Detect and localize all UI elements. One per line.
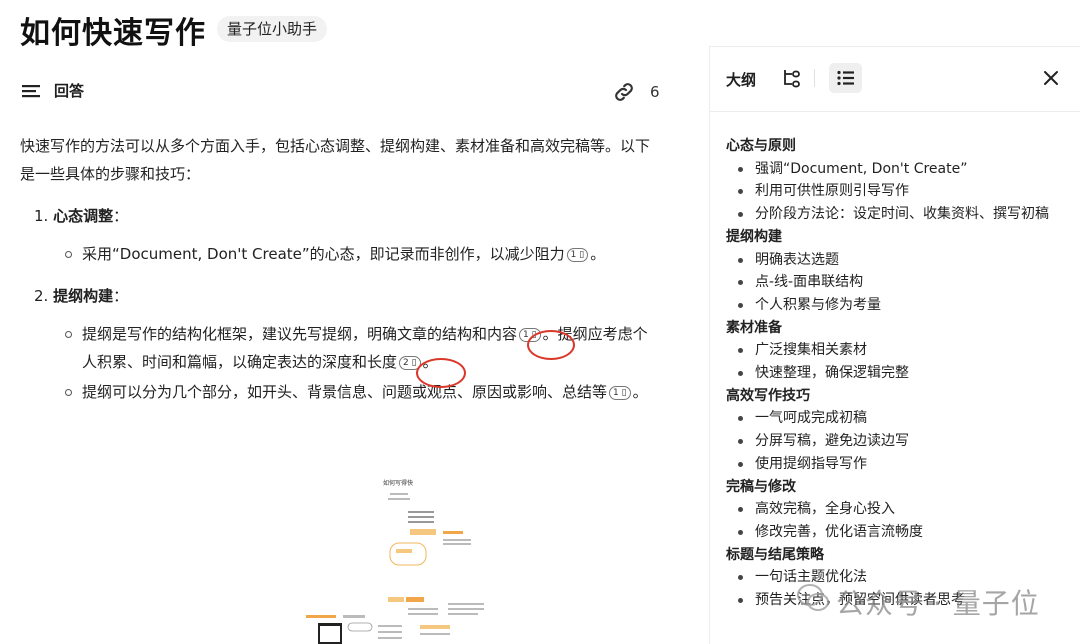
- list-item: 1. 心态调整：: [34, 202, 660, 230]
- outline-tab-label[interactable]: 大纲: [726, 69, 756, 90]
- mindmap-tree-icon[interactable]: [782, 67, 804, 89]
- citation-number: 1: [570, 249, 577, 260]
- close-icon[interactable]: [1040, 67, 1062, 89]
- outline-section[interactable]: 完稿与修改: [726, 476, 1071, 499]
- answer-panel: 回答 6 快速写作的方法可以从多个方面入手，包括心态调整、提纲构建、素材准备和高…: [0, 60, 700, 644]
- outline-section[interactable]: 心态与原则: [726, 135, 1071, 158]
- outline-item[interactable]: 广泛搜集相关素材: [726, 339, 1071, 362]
- outline-section[interactable]: 标题与结尾策略: [726, 544, 1071, 567]
- outline-section[interactable]: 提纲构建: [726, 226, 1071, 249]
- sub-item-text: 提纲可以分为几个部分，如开头、背景信息、问题或观点、原因或影响、总结等: [82, 383, 608, 401]
- hollow-bullet-icon: [65, 389, 72, 396]
- outline-item[interactable]: 个人积累与修为考量: [726, 294, 1071, 317]
- outline-item[interactable]: 明确表达选题: [726, 249, 1071, 272]
- hollow-bullet-icon: [65, 251, 72, 258]
- citation-badge[interactable]: 1 ▯: [609, 385, 631, 400]
- sub-item: 采用“Document, Don't Create”的心态，即记录而非创作，以减…: [65, 240, 660, 268]
- author-tag[interactable]: 量子位小助手: [217, 16, 328, 42]
- page-title: 如何快速写作: [20, 16, 206, 51]
- list-item: 2. 提纲构建：: [34, 282, 660, 310]
- outline-item[interactable]: 快速整理，确保逻辑完整: [726, 362, 1071, 385]
- outline-item[interactable]: 使用提纲指导写作: [726, 453, 1071, 476]
- outline-item[interactable]: 修改完善，优化语言流畅度: [726, 521, 1071, 544]
- outline-section[interactable]: 高效写作技巧: [726, 385, 1071, 408]
- sub-item-text: 采用“Document, Don't Create”的心态，即记录而非创作，以减…: [82, 245, 565, 263]
- mindmap-title: 如何写得快: [383, 479, 413, 487]
- list-number: 2.: [34, 287, 49, 305]
- outline-section[interactable]: 素材准备: [726, 317, 1071, 340]
- outline-item[interactable]: 点-线-面串联结构: [726, 271, 1071, 294]
- outline-item[interactable]: 高效完稿，全身心投入: [726, 498, 1071, 521]
- list-item-title: 提纲构建: [53, 287, 114, 305]
- outline-item[interactable]: 利用可供性原则引导写作: [726, 180, 1071, 203]
- wechat-icon: [797, 584, 829, 611]
- list-item-colon: ：: [113, 287, 129, 305]
- tab-divider: [814, 69, 815, 87]
- highlight-circle: [527, 330, 575, 360]
- outline-item[interactable]: 分阶段方法论：设定时间、收集资料、撰写初稿: [726, 203, 1071, 226]
- hollow-bullet-icon: [65, 331, 72, 338]
- watermark-text: 公众号 · 量子位: [836, 587, 1040, 620]
- outline-item[interactable]: 强调“Document, Don't Create”: [726, 158, 1071, 181]
- mindmap-image[interactable]: 如何写得快: [298, 473, 494, 644]
- citation-number: 1: [613, 387, 619, 398]
- sub-item-text: 提纲是写作的结构化框架，建议先写提纲，明确文章的结构和内容: [82, 325, 518, 343]
- link-icon[interactable]: [612, 80, 636, 104]
- sub-item-tail: 。: [632, 383, 648, 401]
- answer-content: 快速写作的方法可以从多个方面入手，包括心态调整、提纲构建、素材准备和高效完稿等。…: [20, 132, 660, 406]
- sub-item: 提纲可以分为几个部分，如开头、背景信息、问题或观点、原因或影响、总结等 1 ▯。: [65, 378, 660, 406]
- outline-list: 心态与原则 强调“Document, Don't Create” 利用可供性原则…: [726, 135, 1071, 612]
- source-count[interactable]: 6: [650, 82, 660, 102]
- sub-item-tail: 。: [590, 245, 606, 263]
- list-item-title: 心态调整: [53, 207, 114, 225]
- intro-paragraph: 快速写作的方法可以从多个方面入手，包括心态调整、提纲构建、素材准备和高效完稿等。…: [20, 137, 651, 183]
- outline-sidebar: 大纲 心态与原则 强调“Document, Don't Create” 利用可供…: [709, 46, 1080, 644]
- list-number: 1.: [34, 207, 49, 225]
- answer-header: 回答 6: [22, 80, 662, 104]
- citation-number: 2: [403, 357, 409, 368]
- answer-label: 回答: [54, 82, 85, 100]
- citation-badge[interactable]: 1 ▯: [566, 247, 589, 262]
- outline-item[interactable]: 一气呵成完成初稿: [726, 407, 1071, 430]
- text-lines-icon: [22, 85, 40, 98]
- citation-number: 1: [523, 329, 529, 340]
- list-icon: [837, 70, 854, 86]
- list-item-colon: ：: [113, 207, 129, 225]
- list-view-button[interactable]: [829, 63, 862, 93]
- outline-item[interactable]: 分屏写稿，避免边读边写: [726, 430, 1071, 453]
- sidebar-separator: [710, 111, 1080, 112]
- highlight-circle: [416, 358, 466, 388]
